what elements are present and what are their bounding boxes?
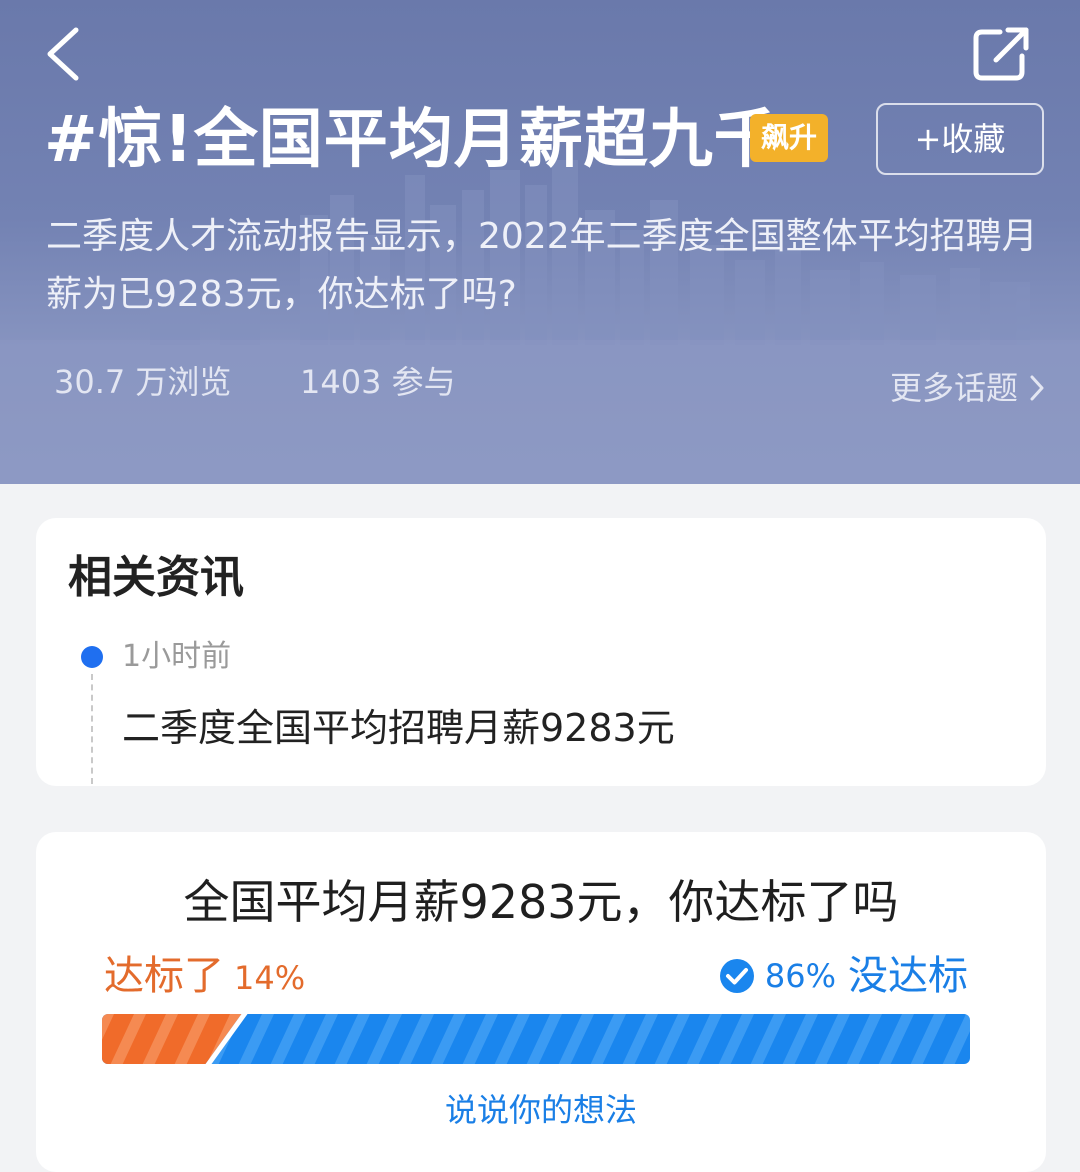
topic-description: 二季度人才流动报告显示，2022年二季度全国整体平均招聘月薪为已9283元，你达… <box>46 216 1038 315</box>
news-item-link[interactable]: 二季度全国平均招聘月薪9283元 <box>122 702 675 754</box>
favorite-button[interactable]: +收藏 <box>876 103 1044 175</box>
poll-option-reached-percent: 14% <box>234 959 306 997</box>
topic-title: #惊!全国平均月薪超九千 <box>44 103 779 177</box>
timeline-line <box>91 674 93 784</box>
more-topics-link[interactable]: 更多话题 <box>890 366 1046 410</box>
related-news-heading: 相关资讯 <box>68 552 244 603</box>
back-icon[interactable] <box>40 22 88 86</box>
chevron-right-icon <box>1030 375 1044 401</box>
poll-option-not-reached[interactable]: 86% 没达标 <box>719 950 968 1002</box>
poll-option-not-reached-label: 没达标 <box>848 953 968 999</box>
check-circle-icon <box>719 959 754 993</box>
poll-option-reached-label: 达标了 <box>104 953 224 999</box>
participant-count: 1403 参与 <box>300 363 456 401</box>
poll-option-reached[interactable]: 达标了 14% <box>104 950 305 1002</box>
related-news-card: 相关资讯 1小时前 二季度全国平均招聘月薪9283元 <box>36 518 1046 786</box>
poll-option-not-reached-percent: 86% <box>764 957 836 995</box>
view-count: 30.7 万浏览 <box>54 363 232 401</box>
timeline-dot <box>81 646 103 668</box>
poll-question: 全国平均月薪9283元，你达标了吗 <box>183 875 899 929</box>
more-topics-label: 更多话题 <box>890 369 1019 407</box>
poll-card: 全国平均月薪9283元，你达标了吗 达标了 14% 86% 没达标 说说你的想法 <box>36 832 1046 1172</box>
news-timestamp: 1小时前 <box>122 639 232 674</box>
share-icon[interactable] <box>972 26 1032 82</box>
topic-header: #惊!全国平均月薪超九千 飙升 +收藏 二季度人才流动报告显示，2022年二季度… <box>0 0 1080 484</box>
share-thoughts-button[interactable]: 说说你的想法 <box>36 1088 1046 1132</box>
trending-badge: 飙升 <box>750 114 828 162</box>
poll-result-bar <box>102 1014 970 1064</box>
